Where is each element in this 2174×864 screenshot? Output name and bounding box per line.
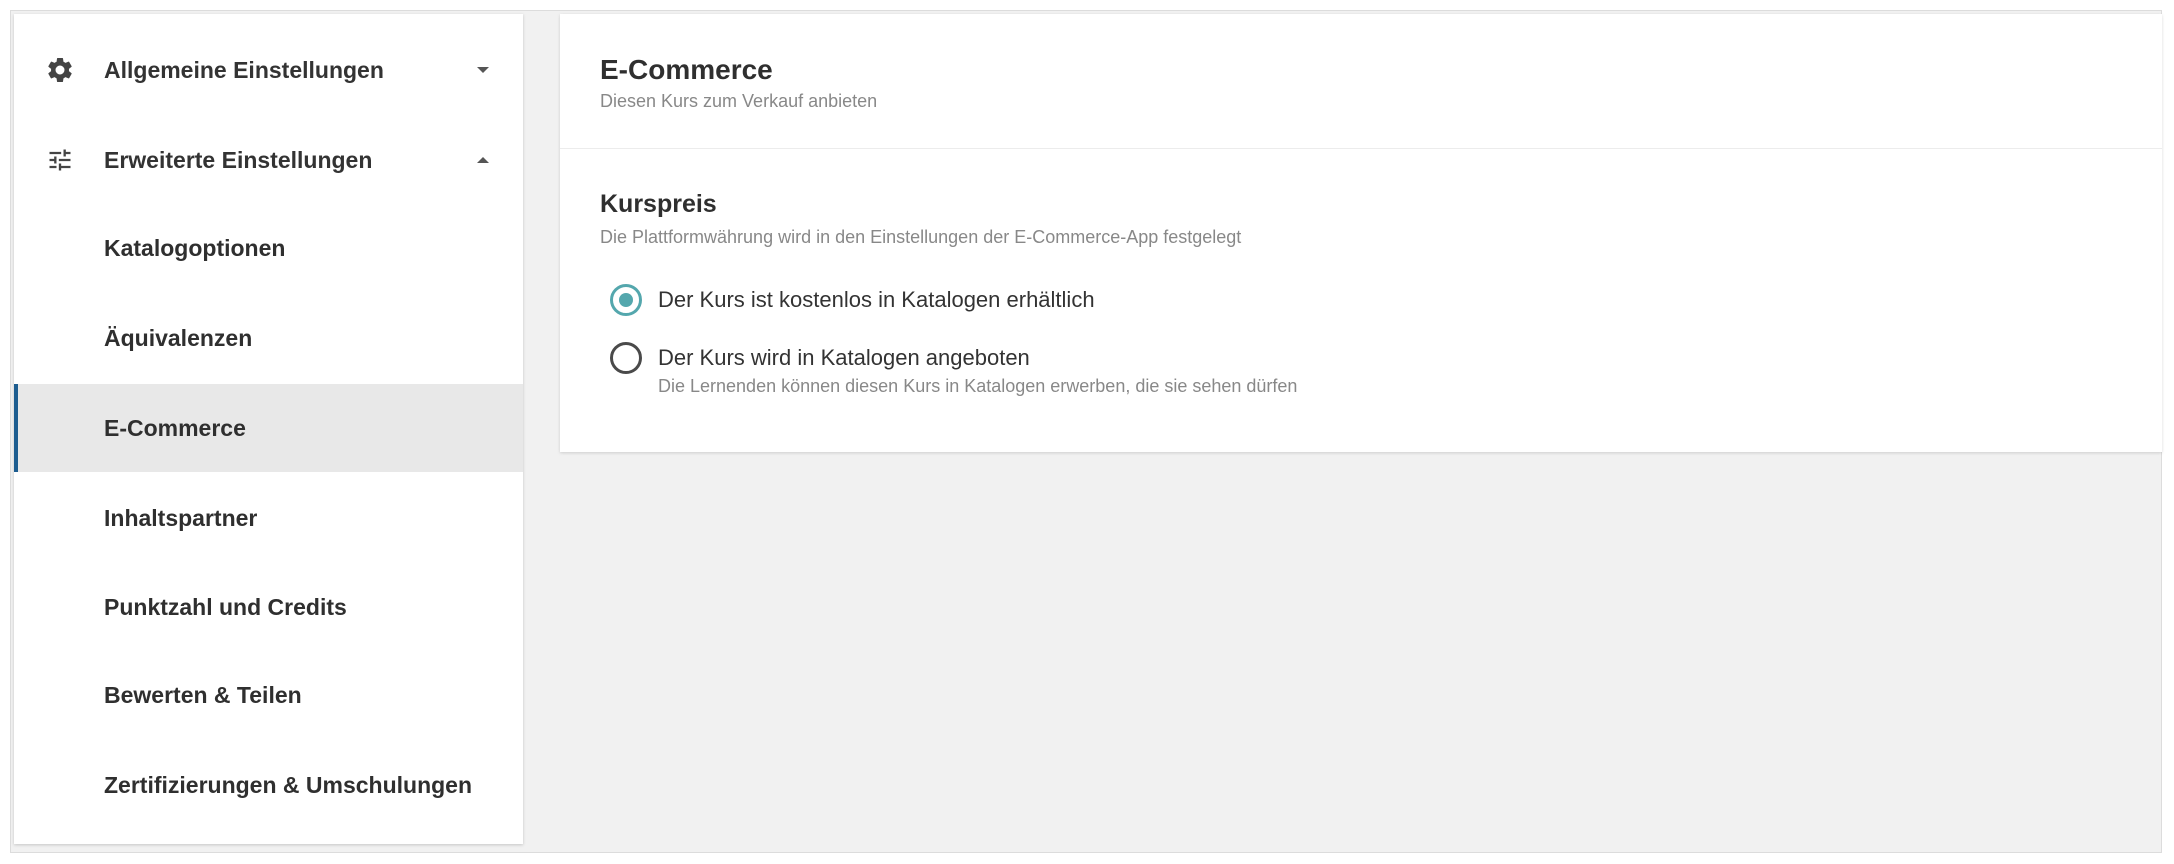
sidebar-item-equivalences[interactable]: Äquivalenzen — [14, 294, 523, 382]
ecommerce-card: E-Commerce Diesen Kurs zum Verkauf anbie… — [560, 14, 2162, 452]
sidebar-item-label: Bewerten & Teilen — [104, 681, 302, 708]
radio-label: Der Kurs ist kostenlos in Katalogen erhä… — [658, 287, 1095, 312]
card-header: E-Commerce Diesen Kurs zum Verkauf anbie… — [560, 14, 2162, 149]
sidebar-item-certifications[interactable]: Zertifizierungen & Umschulungen — [14, 741, 523, 829]
sidebar-item-general-settings[interactable]: Allgemeine Einstellungen — [14, 26, 523, 114]
settings-sidebar: Allgemeine Einstellungen Erweiterte Eins… — [14, 14, 523, 844]
sliders-icon — [44, 144, 76, 176]
sidebar-item-score-credits[interactable]: Punktzahl und Credits — [14, 563, 523, 651]
radio-help-text: Die Lernenden können diesen Kurs in Kata… — [658, 376, 1298, 396]
radio-option-free[interactable]: Der Kurs ist kostenlos in Katalogen erhä… — [610, 284, 1095, 316]
radio-option-sold[interactable]: Der Kurs wird in Katalogen angeboten Die… — [610, 342, 1297, 397]
chevron-down-icon — [472, 59, 494, 81]
sidebar-item-ecommerce[interactable]: E-Commerce — [14, 384, 523, 472]
gear-icon — [44, 54, 76, 86]
sidebar-item-label: Allgemeine Einstellungen — [104, 56, 384, 83]
sidebar-item-label: E-Commerce — [104, 414, 246, 441]
sidebar-item-label: Katalogoptionen — [104, 234, 286, 261]
section-subtitle: Die Plattformwährung wird in den Einstel… — [600, 227, 1242, 247]
sidebar-item-label: Zertifizierungen & Umschulungen — [104, 771, 473, 798]
sidebar-item-label: Äquivalenzen — [104, 324, 253, 351]
sidebar-item-label: Punktzahl und Credits — [104, 593, 347, 620]
sidebar-item-advanced-settings[interactable]: Erweiterte Einstellungen — [14, 116, 523, 204]
sidebar-item-catalog-options[interactable]: Katalogoptionen — [14, 204, 523, 292]
sidebar-item-rate-share[interactable]: Bewerten & Teilen — [14, 651, 523, 739]
page-title: E-Commerce — [600, 54, 773, 85]
radio-label: Der Kurs wird in Katalogen angeboten — [658, 345, 1030, 370]
sidebar-item-label: Inhaltspartner — [104, 504, 258, 531]
page-subtitle: Diesen Kurs zum Verkauf anbieten — [600, 91, 878, 111]
chevron-up-icon — [472, 149, 494, 171]
section-title-course-price: Kurspreis — [600, 190, 717, 218]
radio-button-unchecked[interactable] — [610, 342, 642, 374]
radio-button-checked[interactable] — [610, 284, 642, 316]
sidebar-item-content-partners[interactable]: Inhaltspartner — [14, 474, 523, 562]
sidebar-item-label: Erweiterte Einstellungen — [104, 146, 373, 173]
